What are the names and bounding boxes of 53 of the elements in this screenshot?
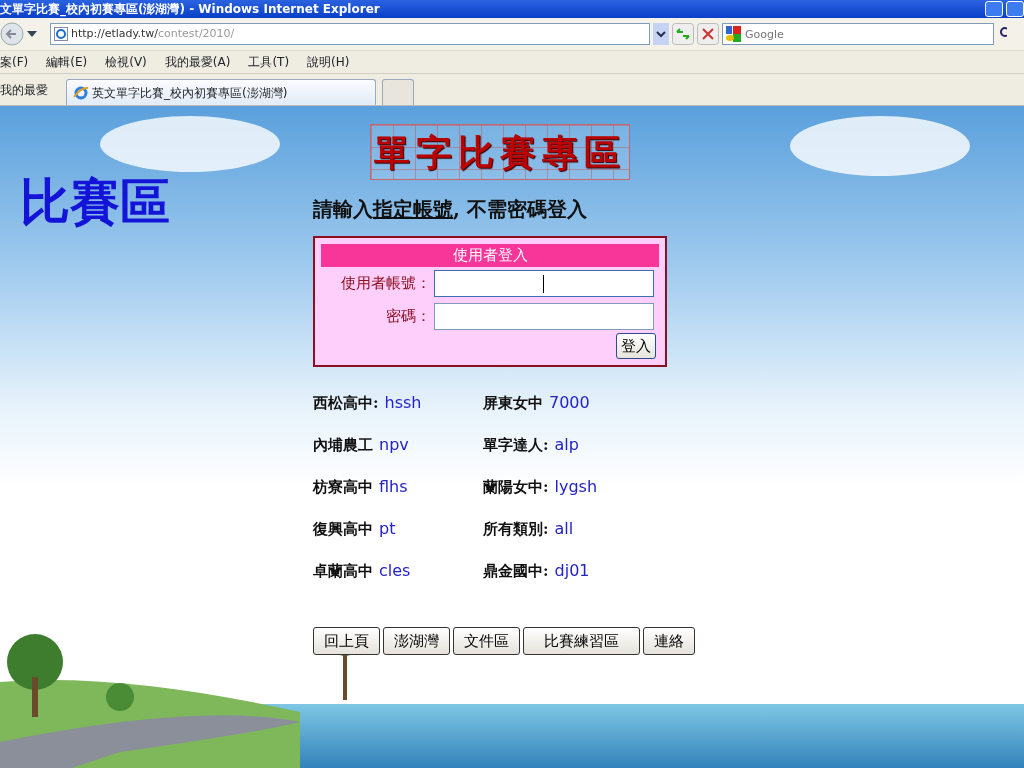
account-code: 7000: [549, 392, 590, 414]
school-name: 西松高中:: [313, 393, 379, 414]
menu-item[interactable]: 說明(H): [307, 53, 350, 71]
address-field[interactable]: http://etlady.tw/contest/2010/: [50, 23, 650, 45]
school-name: 蘭陽女中:: [483, 477, 549, 498]
nav-button[interactable]: 比賽練習區: [523, 627, 640, 655]
nav-button[interactable]: 回上頁: [313, 627, 380, 655]
school-name: 單字達人:: [483, 435, 549, 456]
school-name: 內埔農工: [313, 435, 373, 456]
login-header: 使用者登入: [321, 244, 659, 267]
field-label: 密碼：: [385, 305, 431, 327]
account-code: pt: [379, 518, 396, 540]
menu-item[interactable]: 工具(T): [248, 53, 290, 71]
field-label: 使用者帳號：: [340, 272, 431, 294]
nav-button[interactable]: 澎湖灣: [383, 627, 450, 655]
menu-item[interactable]: 編輯(E): [46, 53, 88, 71]
account-code: alp: [554, 434, 579, 456]
minimize-button[interactable]: [985, 1, 1003, 17]
stop-icon[interactable]: [697, 23, 719, 45]
google-logo-icon: [726, 26, 742, 42]
account-code: lygsh: [554, 476, 598, 498]
section-title: 比賽區: [20, 172, 170, 231]
school-name: 復興高中: [313, 519, 373, 540]
ie-logo-icon: [73, 84, 89, 101]
favorites-label[interactable]: 我的最愛: [0, 80, 60, 99]
school-name: 鼎金國中:: [483, 561, 549, 582]
school-name: 卓蘭高中: [313, 561, 373, 582]
menu-item[interactable]: 我的最愛(A): [164, 53, 231, 71]
school-name: 屏東女中: [483, 393, 543, 414]
login-button[interactable]: 登入: [616, 332, 656, 359]
dropdown-arrow-icon[interactable]: [27, 31, 37, 37]
menu-item[interactable]: 案(F): [0, 53, 29, 71]
account-code: flhs: [379, 476, 408, 498]
ie-page-icon: [54, 27, 68, 41]
account-code: dj01: [554, 560, 590, 582]
account-code: hssh: [384, 392, 422, 414]
input-field[interactable]: [434, 302, 654, 330]
nav-button[interactable]: 連絡: [643, 627, 695, 655]
menu-item[interactable]: 檢視(V): [105, 53, 147, 71]
school-name: 所有類別:: [483, 519, 549, 540]
school-name: 枋寮高中: [313, 477, 373, 498]
account-code: cles: [379, 560, 411, 582]
input-field[interactable]: [434, 269, 654, 297]
maximize-button[interactable]: [1006, 1, 1024, 17]
account-code: npv: [379, 434, 409, 456]
search-field[interactable]: Google: [722, 23, 994, 45]
text-cursor: [543, 274, 544, 293]
nav-button[interactable]: 文件區: [453, 627, 520, 655]
account-code: all: [554, 518, 574, 540]
banner-title: 單字比賽專區: [370, 124, 630, 180]
browser-tab[interactable]: 英文單字比賽_校內初賽專區(澎湖灣): [66, 79, 376, 105]
instruction-text: 請輸入指定帳號, 不需密碼登入: [313, 196, 588, 223]
window-title: 文單字比賽_校內初賽專區(澎湖灣) - Windows Internet Explorer: [0, 1, 380, 18]
